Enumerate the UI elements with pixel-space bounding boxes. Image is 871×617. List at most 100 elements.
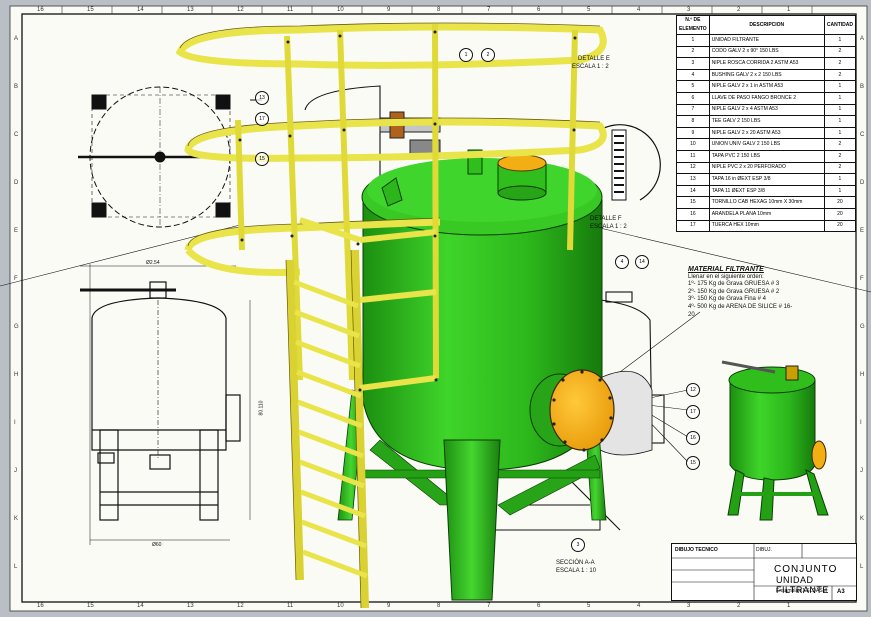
zone-label-right: I [860, 420, 862, 426]
bom-quantity: 1 [823, 91, 857, 105]
bom-row: 4 BUSHING GALV 2 x 2 150 LBS 2 [676, 68, 857, 82]
bom-quantity: 1 [823, 80, 857, 93]
bom-item-number: 16 [676, 207, 710, 221]
callout-balloon: 14 [635, 255, 649, 269]
bom-row: 16 ARANDELA PLANA 10mm 20 [676, 207, 857, 221]
bom-description: TAPA 16 in ØEXT ESP 3/8 [708, 173, 825, 186]
zone-label-top: 4 [637, 7, 641, 13]
bom-row: 13 TAPA 16 in ØEXT ESP 3/8 1 [676, 173, 857, 186]
zone-label-left: C [14, 132, 19, 138]
bom-row: 17 TUERCA HEX 10mm 20 [676, 219, 857, 233]
zone-label-top: 3 [687, 7, 691, 13]
bom-quantity: 2 [823, 161, 857, 175]
bom-description: NIPLE GALV 2 x 20 ASTM A53 [708, 126, 825, 140]
zone-label-bottom: 16 [37, 603, 44, 609]
zone-label-bottom: 15 [87, 603, 94, 609]
bom-quantity: 1 [823, 184, 857, 198]
bom-item-number: 12 [676, 161, 710, 175]
callout-balloon: 13 [255, 91, 269, 105]
bom-quantity: 1 [823, 115, 857, 128]
bom-item-number: 5 [676, 80, 710, 93]
callout-balloon: 3 [571, 538, 585, 552]
bill-of-materials-table: N.º DE ELEMENTO DESCRIPCION CANTIDAD 1 UN… [676, 15, 857, 233]
top-detail-scale: ESCALA 1 : 2 [572, 64, 609, 70]
zone-label-right: A [860, 36, 865, 42]
zone-label-top: 11 [287, 7, 294, 13]
zone-label-left: K [14, 516, 19, 522]
zone-label-right: F [860, 276, 864, 282]
section-label: SECCIÓN A-A [556, 560, 595, 566]
filter-note-heading: MATERIAL FILTRANTE [688, 266, 764, 273]
bom-item-number: 2 [676, 45, 710, 59]
zone-label-left: E [14, 228, 19, 234]
bom-row: 11 TAPA PVC 2 150 LBS 2 [676, 149, 857, 163]
bom-row: 12 NIPLE PVC 2 x 20 PERFORADO 2 [676, 161, 857, 175]
bom-item-number: 7 [676, 103, 710, 117]
zone-label-right: G [860, 324, 865, 330]
zone-label-bottom: 6 [537, 603, 541, 609]
zone-label-bottom: 1 [787, 603, 791, 609]
bom-description: UNION UNIV GALV 2 150 LBS [708, 138, 825, 151]
bom-row: 10 UNION UNIV GALV 2 150 LBS 2 [676, 138, 857, 151]
bom-description: TUERCA HEX 10mm [708, 219, 825, 233]
bom-description: UNIDAD FILTRANTE [708, 34, 825, 47]
bom-description: NIPLE ROSCA CORRIDA 2 ASTM A53 [708, 57, 825, 70]
zone-label-top: 1 [787, 7, 791, 13]
zone-label-left: I [14, 420, 16, 426]
callout-balloon: 15 [686, 456, 700, 470]
title-block-file-name: Ensamblaje1.SLDASM [776, 588, 827, 594]
zone-label-right: H [860, 372, 865, 378]
bom-quantity: 1 [823, 103, 857, 117]
zone-label-left: A [14, 36, 19, 42]
bom-description: CODO GALV 2 x 90° 150 LBS [708, 45, 825, 59]
zone-label-bottom: 11 [287, 603, 294, 609]
callout-balloon: 12 [686, 383, 700, 397]
callout-balloon: 2 [481, 48, 495, 62]
zone-label-bottom: 10 [337, 603, 344, 609]
drawing-viewport[interactable]: 16 16 15 15 14 14 13 13 12 12 11 11 10 10 9 9 8 8 7 7 6 6 5 5 4 4… [0, 0, 871, 617]
title-block: DIBUJO TECNICO DIBUJ. CONJUNTO UNIDAD FI… [671, 543, 857, 601]
filter-note-line: 1º- 175 Kg de Grava GRUESA # 3 [688, 281, 780, 288]
zone-label-top: 13 [187, 7, 194, 13]
zone-label-left: H [14, 372, 19, 378]
bom-description: NIPLE GALV 2 x 1 in ASTM A53 [708, 80, 825, 93]
dim-top: Ø2.54 [146, 260, 160, 266]
zone-label-bottom: 14 [137, 603, 144, 609]
bom-quantity: 1 [823, 173, 857, 186]
bom-item-number: 1 [676, 34, 710, 47]
callout-balloon: 16 [686, 431, 700, 445]
bom-row: 7 NIPLE GALV 2 x 4 ASTM A53 1 [676, 103, 857, 117]
zone-label-left: J [14, 468, 17, 474]
bom-quantity: 20 [823, 219, 857, 233]
bom-description: TAPA PVC 2 150 LBS [708, 149, 825, 163]
zone-label-bottom: 3 [687, 603, 691, 609]
bom-row: 5 NIPLE GALV 2 x 1 in ASTM A53 1 [676, 80, 857, 93]
bom-item-number: 6 [676, 91, 710, 105]
zone-label-left: B [14, 84, 19, 90]
bom-item-number: 8 [676, 115, 710, 128]
zone-label-left: F [14, 276, 18, 282]
bom-description: TEE GALV 2 150 LBS [708, 115, 825, 128]
bom-description: ARANDELA PLANA 10mm [708, 207, 825, 221]
zone-label-top: 14 [137, 7, 144, 13]
zone-label-right: K [860, 516, 865, 522]
zone-label-top: 6 [537, 7, 541, 13]
zone-label-top: 9 [387, 7, 391, 13]
zone-label-right: L [860, 564, 864, 570]
filter-note-line: 4º- 500 Kg de ARENA DE SILICE # 16-20 [688, 303, 793, 318]
bom-quantity: 2 [823, 68, 857, 82]
zone-label-bottom: 5 [587, 603, 591, 609]
bom-item-number: 3 [676, 57, 710, 70]
dim-height: 80.110 [258, 400, 265, 416]
filter-note-line: 3º- 150 Kg de Grava Fina # 4 [688, 296, 766, 303]
zone-label-top: 10 [337, 7, 344, 13]
bom-description: TORNILLO CAB HEXAG 10mm X 30mm [708, 196, 825, 209]
zone-label-bottom: 7 [487, 603, 491, 609]
bom-header-description: DESCRIPCION [708, 15, 825, 35]
zone-label-top: 15 [87, 7, 94, 13]
title-block-title-line1: CONJUNTO [774, 564, 838, 575]
zone-label-bottom: 12 [237, 603, 244, 609]
bom-description: BUSHING GALV 2 x 2 150 LBS [708, 68, 825, 82]
bom-quantity: 2 [823, 45, 857, 59]
bom-item-number: 10 [676, 138, 710, 151]
